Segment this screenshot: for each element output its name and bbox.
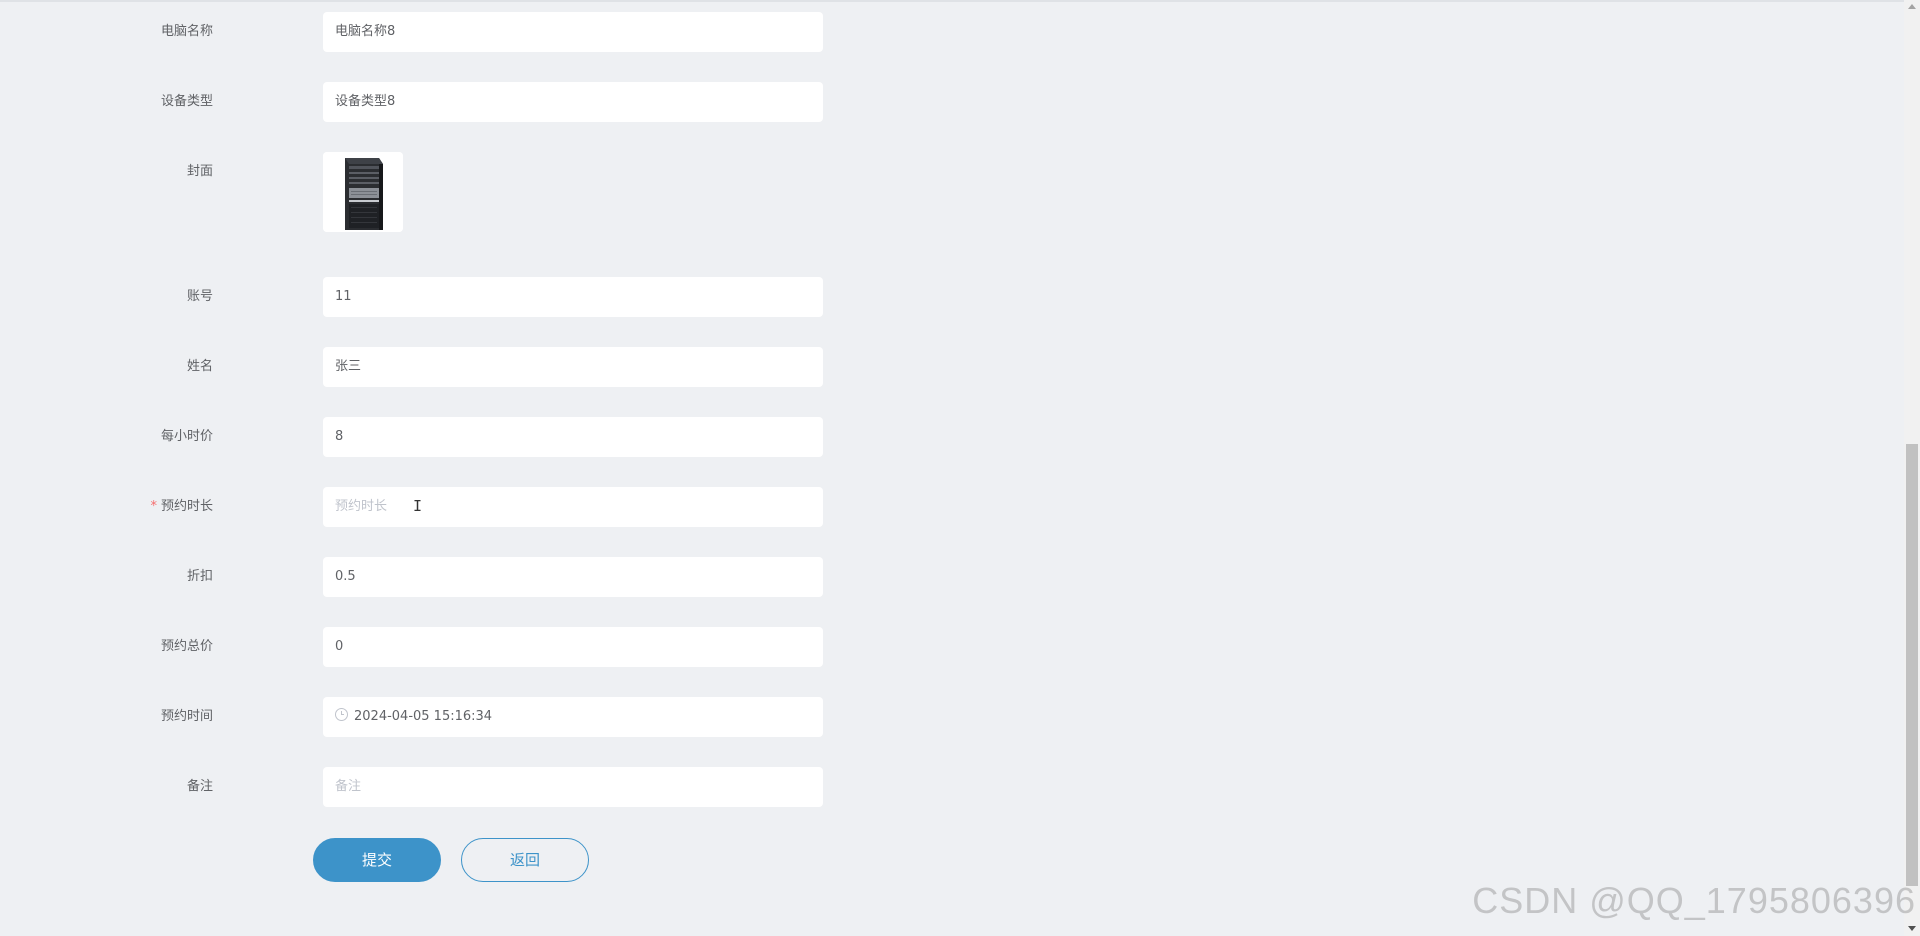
- name-field[interactable]: 张三: [323, 347, 823, 387]
- cover-image[interactable]: [323, 152, 403, 232]
- device-type-label: 设备类型: [160, 94, 213, 109]
- discount-field[interactable]: 0.5: [323, 557, 823, 597]
- booking-duration-label: * 预约时长: [150, 487, 213, 527]
- booking-duration-label-text: 预约时长: [160, 499, 213, 514]
- text-cursor-icon: I: [413, 497, 423, 515]
- watermark: CSDN @QQ_1795806396: [1472, 880, 1916, 921]
- tower-pc-image: [323, 152, 403, 232]
- total-price-field[interactable]: 0: [323, 627, 823, 667]
- clock-icon: [335, 708, 348, 721]
- cover-label: 封面: [186, 164, 213, 179]
- booking-duration-input[interactable]: 预约时长: [323, 487, 823, 527]
- scroll-down-arrow-icon[interactable]: [1908, 926, 1916, 931]
- name-label: 姓名: [186, 359, 213, 374]
- vertical-scrollbar[interactable]: [1904, 0, 1920, 936]
- computer-name-label: 电脑名称: [160, 24, 213, 39]
- page: 电脑名称 电脑名称8 设备类型 设备类型8 封面 账号 11 姓名 张三 每小时…: [0, 0, 1920, 936]
- account-label: 账号: [186, 289, 213, 304]
- top-divider: [0, 0, 1904, 2]
- remark-input[interactable]: 备注: [323, 767, 823, 807]
- back-button[interactable]: 返回: [461, 838, 589, 882]
- booking-time-picker[interactable]: 2024-04-05 15:16:34: [323, 697, 823, 737]
- total-price-label: 预约总价: [160, 639, 213, 654]
- computer-name-field[interactable]: 电脑名称8: [323, 12, 823, 52]
- discount-label: 折扣: [186, 569, 213, 584]
- scroll-thumb[interactable]: [1906, 444, 1918, 886]
- booking-time-value: 2024-04-05 15:16:34: [354, 709, 493, 724]
- hourly-price-field[interactable]: 8: [323, 417, 823, 457]
- submit-button[interactable]: 提交: [313, 838, 441, 882]
- remark-label: 备注: [186, 779, 213, 794]
- account-field[interactable]: 11: [323, 277, 823, 317]
- required-asterisk: *: [150, 499, 157, 514]
- hourly-price-label: 每小时价: [160, 429, 213, 444]
- booking-time-label: 预约时间: [160, 709, 213, 724]
- scroll-up-arrow-icon[interactable]: [1908, 4, 1916, 9]
- device-type-field[interactable]: 设备类型8: [323, 82, 823, 122]
